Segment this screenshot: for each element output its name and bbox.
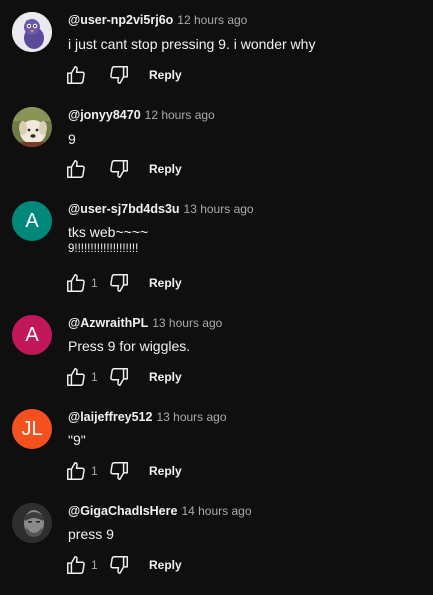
- dog-avatar-icon: [12, 107, 52, 147]
- comment-actions: 1 Reply: [64, 459, 182, 483]
- comment-text-line: "9": [68, 432, 86, 448]
- comment-text: tks web~~~~ 9!!!!!!!!!!!!!!!!!!!!: [68, 223, 148, 257]
- comment-timestamp[interactable]: 12 hours ago: [177, 13, 247, 27]
- dislike-button[interactable]: [107, 365, 131, 389]
- comment-text-line: 9!!!!!!!!!!!!!!!!!!!!: [68, 243, 139, 255]
- comment-actions: 1 Reply: [64, 365, 182, 389]
- comment-header: @user-sj7bd4ds3u 13 hours ago: [68, 201, 254, 217]
- like-button[interactable]: [64, 63, 88, 87]
- avatar-letter: JL: [21, 417, 43, 440]
- reply-button[interactable]: Reply: [149, 370, 182, 384]
- avatar[interactable]: [12, 12, 52, 52]
- avatar[interactable]: JL: [12, 409, 52, 449]
- comment-actions: Reply: [64, 157, 182, 181]
- comment-timestamp[interactable]: 13 hours ago: [184, 202, 254, 216]
- thumbs-down-icon: [110, 556, 128, 574]
- like-button[interactable]: [64, 365, 88, 389]
- purple-bird-avatar-icon: [12, 12, 52, 52]
- comment-actions: Reply: [64, 63, 182, 87]
- thumbs-down-icon: [110, 462, 128, 480]
- thumbs-down-icon: [110, 368, 128, 386]
- comment-actions: 1 Reply: [64, 553, 182, 577]
- comment-timestamp[interactable]: 13 hours ago: [152, 316, 222, 330]
- comment-header: @user-np2vi5rj6o 12 hours ago: [68, 12, 247, 28]
- thumbs-up-icon: [67, 368, 85, 386]
- comment-timestamp[interactable]: 13 hours ago: [156, 410, 226, 424]
- thumbs-up-icon: [67, 66, 85, 84]
- thumbs-down-icon: [110, 160, 128, 178]
- comment-text-line: Press 9 for wiggles.: [68, 338, 191, 354]
- comment-text: Press 9 for wiggles.: [68, 337, 190, 356]
- comment-author[interactable]: @user-np2vi5rj6o: [68, 13, 173, 27]
- dislike-button[interactable]: [107, 459, 131, 483]
- comment-author[interactable]: @jonyy8470: [68, 108, 141, 122]
- like-button[interactable]: [64, 553, 88, 577]
- like-count: 1: [91, 464, 98, 478]
- dislike-button[interactable]: [107, 63, 131, 87]
- thumbs-up-icon: [67, 274, 85, 292]
- dislike-button[interactable]: [107, 157, 131, 181]
- comment-author[interactable]: @user-sj7bd4ds3u: [68, 202, 180, 216]
- like-button[interactable]: [64, 271, 88, 295]
- comment-header: @GigaChadIsHere 14 hours ago: [68, 503, 252, 519]
- comment-author[interactable]: @laijeffrey512: [68, 410, 152, 424]
- thumbs-down-icon: [110, 66, 128, 84]
- like-button[interactable]: [64, 157, 88, 181]
- like-button[interactable]: [64, 459, 88, 483]
- comment-text: "9": [68, 431, 86, 450]
- comment-timestamp[interactable]: 14 hours ago: [181, 504, 251, 518]
- avatar[interactable]: A: [12, 315, 52, 355]
- comment-text: 9: [68, 130, 76, 149]
- comment-text-line: press 9: [68, 526, 114, 542]
- comment-text-line: tks web~~~~: [68, 224, 149, 240]
- thumbs-down-icon: [110, 274, 128, 292]
- comment-text-line: 9: [68, 131, 76, 147]
- comment-actions: 1 Reply: [64, 271, 182, 295]
- like-count: 1: [91, 370, 98, 384]
- comment-header: @laijeffrey512 13 hours ago: [68, 409, 227, 425]
- avatar[interactable]: [12, 107, 52, 147]
- gigachad-avatar-icon: [12, 503, 52, 543]
- like-count: 1: [91, 276, 98, 290]
- comment-text: i just cant stop pressing 9. i wonder wh…: [68, 35, 315, 54]
- avatar[interactable]: [12, 503, 52, 543]
- reply-button[interactable]: Reply: [149, 558, 182, 572]
- avatar-letter: A: [25, 209, 39, 232]
- comment-author[interactable]: @AzwraithPL: [68, 316, 148, 330]
- dislike-button[interactable]: [107, 553, 131, 577]
- comment-text-line: i just cant stop pressing 9. i wonder wh…: [68, 36, 316, 52]
- comment-timestamp[interactable]: 12 hours ago: [145, 108, 215, 122]
- thumbs-up-icon: [67, 556, 85, 574]
- reply-button[interactable]: Reply: [149, 68, 182, 82]
- like-count: 1: [91, 558, 98, 572]
- comment-header: @jonyy8470 12 hours ago: [68, 107, 215, 123]
- reply-button[interactable]: Reply: [149, 162, 182, 176]
- comment-author[interactable]: @GigaChadIsHere: [68, 504, 177, 518]
- thumbs-up-icon: [67, 462, 85, 480]
- dislike-button[interactable]: [107, 271, 131, 295]
- thumbs-up-icon: [67, 160, 85, 178]
- comment-text: press 9: [68, 525, 114, 544]
- avatar[interactable]: A: [12, 201, 52, 241]
- reply-button[interactable]: Reply: [149, 276, 182, 290]
- comment-header: @AzwraithPL 13 hours ago: [68, 315, 222, 331]
- reply-button[interactable]: Reply: [149, 464, 182, 478]
- avatar-letter: A: [25, 323, 39, 346]
